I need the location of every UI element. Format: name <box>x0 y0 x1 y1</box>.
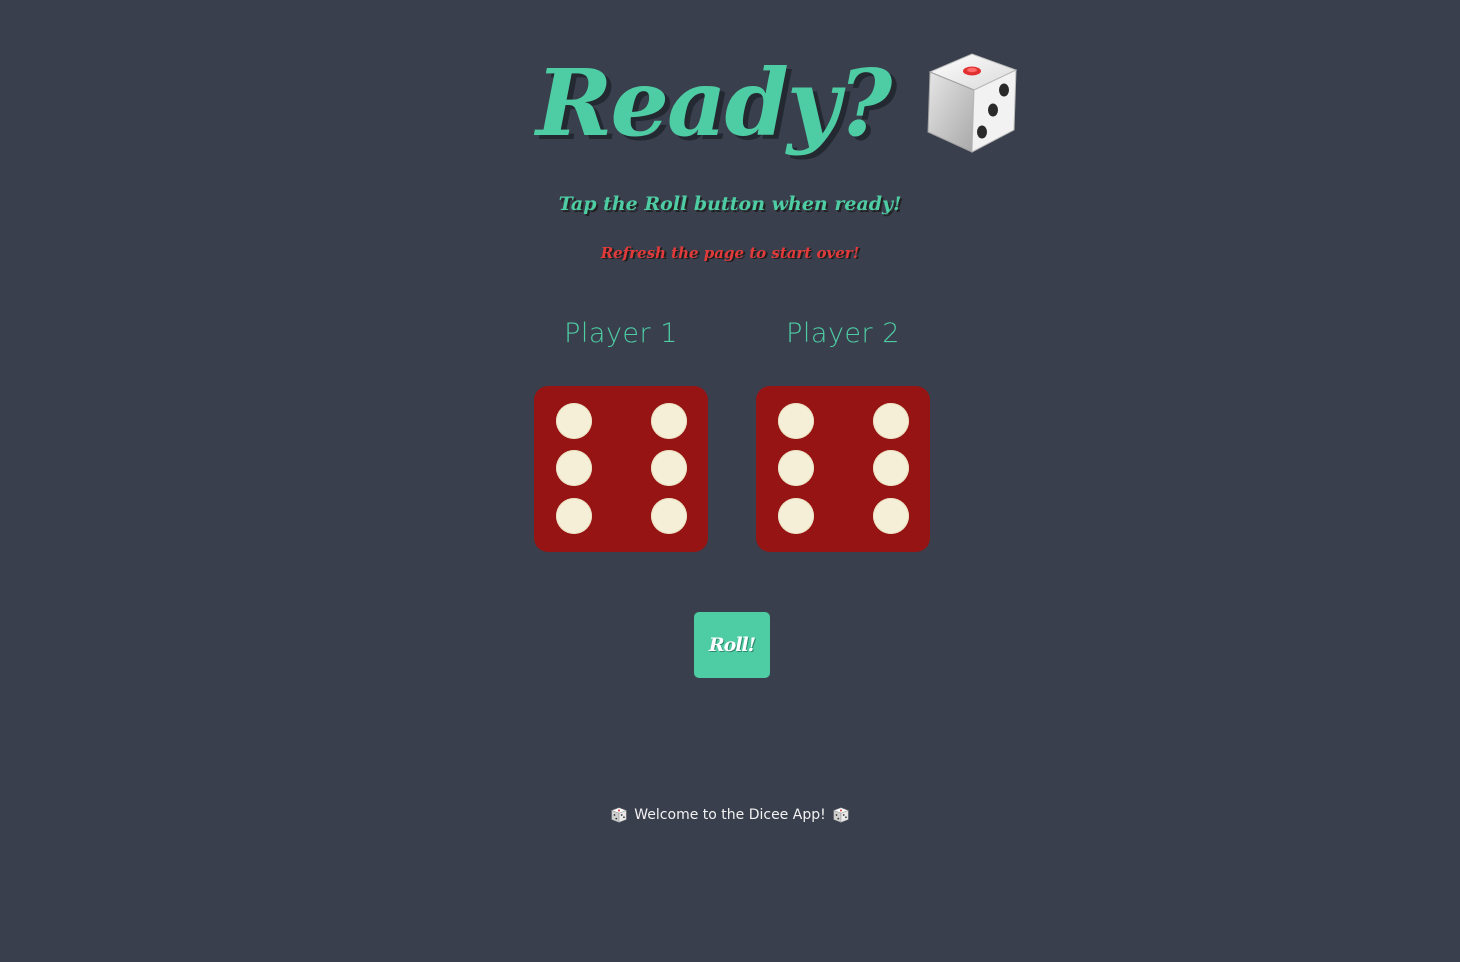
die-pip <box>778 450 814 486</box>
dice-icon <box>611 807 628 823</box>
player-2-label: Player 2 <box>786 318 900 349</box>
die-pip <box>556 450 592 486</box>
die-pip <box>556 498 592 534</box>
footer-text: Welcome to the Dicee App! <box>634 807 826 823</box>
die-pip <box>873 403 909 439</box>
player-2-column: Player 2 <box>756 318 930 349</box>
dice-icon <box>927 53 1018 153</box>
footer: Welcome to the Dicee App! <box>0 806 1460 824</box>
roll-button[interactable]: Roll! <box>694 612 770 678</box>
player-2-die <box>756 386 930 552</box>
die-pip <box>651 450 687 486</box>
dice-icon <box>832 807 849 823</box>
refresh-notice: Refresh the page to start over! <box>600 244 860 262</box>
player-1-column: Player 1 <box>534 318 708 349</box>
die-pip <box>651 403 687 439</box>
title-group: Ready? <box>536 38 1026 168</box>
page-title: Ready? <box>536 49 892 157</box>
player-1-label: Player 1 <box>564 318 678 349</box>
die-pip <box>873 450 909 486</box>
die-pip <box>651 498 687 534</box>
die-pip <box>556 403 592 439</box>
die-pip <box>778 403 814 439</box>
player-1-die <box>534 386 708 552</box>
die-pip <box>873 498 909 534</box>
instructions-text: Tap the Roll button when ready! <box>558 193 902 215</box>
die-pip <box>778 498 814 534</box>
